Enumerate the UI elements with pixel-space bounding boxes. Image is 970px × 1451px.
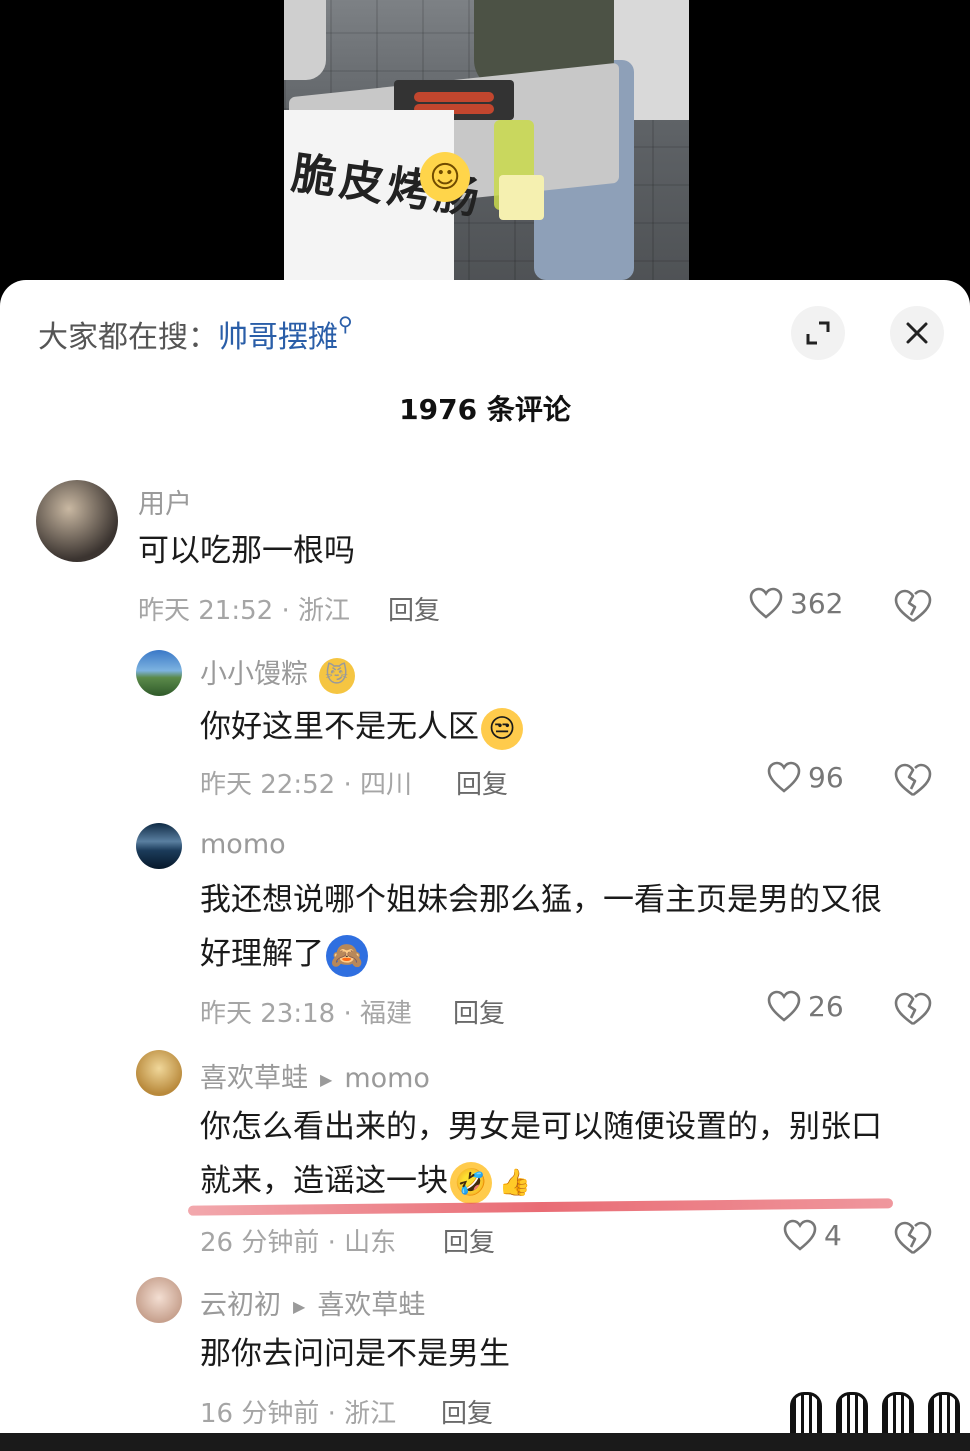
expand-button[interactable]	[791, 306, 845, 360]
reply-to-username[interactable]: 喜欢草蛙	[317, 1290, 425, 1321]
comment-text: 你好这里不是无人区 😒	[200, 700, 523, 754]
comment-username[interactable]: 云初初 ▶ 喜欢草蛙	[200, 1283, 425, 1322]
comment-meta: 昨天 23:18 · 福建	[200, 999, 412, 1029]
reply-item: 小小馒粽 😼 你好这里不是无人区 😒 昨天 22:52 · 四川 回复 96	[0, 650, 970, 800]
heart-icon	[767, 990, 801, 1022]
comment-username[interactable]: 小小馒粽 😼	[200, 652, 355, 694]
reply-item: 喜欢草蛙 ▶ momo 你怎么看出来的，男女是可以随便设置的，别张口 就来，造谣这一…	[0, 1050, 970, 1260]
comment-meta: 昨天 22:52 · 四川	[200, 770, 412, 800]
close-icon	[906, 322, 928, 344]
comment-sheet: 大家都在搜：帅哥摆摊⚲ 1976 条评论 用户 可以吃那一根吗 昨天 21:52…	[0, 280, 970, 1451]
comment-username[interactable]: 用户	[138, 482, 192, 521]
close-button[interactable]	[890, 306, 944, 360]
like-button[interactable]: 26	[766, 989, 844, 1023]
avatar[interactable]	[136, 650, 182, 696]
comment-count: 1976 条评论	[399, 393, 571, 426]
watermark-logo	[790, 1392, 960, 1442]
thumbs-up-emoji-icon: 👍	[498, 1167, 532, 1198]
avatar[interactable]	[136, 1277, 182, 1323]
like-count: 4	[824, 1218, 842, 1252]
video-frame: 脆皮烤肠 ☺	[284, 0, 689, 300]
reply-item: momo 我还想说哪个姐妹会那么猛，一看主页是男的又很 好理解了 🙈 昨天 23:…	[0, 823, 970, 1029]
comment-meta: 昨天 21:52 · 浙江	[138, 596, 350, 626]
reply-button[interactable]: 回复	[456, 764, 508, 801]
search-suggestion-term[interactable]: 帅哥摆摊	[218, 320, 338, 355]
avatar[interactable]	[36, 480, 118, 562]
video-player[interactable]: 脆皮烤肠 ☺	[0, 0, 970, 300]
comment-text-line: 你怎么看出来的，男女是可以随便设置的，别张口	[200, 1109, 882, 1145]
comment-text-line: 我还想说哪个姐妹会那么猛，一看主页是男的又很	[200, 882, 882, 918]
broken-heart-icon[interactable]	[893, 1220, 933, 1256]
broken-heart-icon[interactable]	[893, 762, 933, 798]
tree-trunk	[284, 0, 326, 80]
comment-meta: 16 分钟前 · 浙江	[200, 1399, 397, 1429]
broken-heart-icon[interactable]	[893, 991, 933, 1027]
reply-button[interactable]: 回复	[441, 1393, 493, 1430]
heart-icon	[783, 1219, 817, 1251]
reply-to-username[interactable]: momo	[344, 1063, 430, 1094]
like-button[interactable]: 362	[748, 586, 843, 620]
comment-meta: 26 分钟前 · 山东	[200, 1228, 397, 1258]
reply-button[interactable]: 回复	[453, 993, 505, 1030]
reply-button[interactable]: 回复	[388, 590, 440, 627]
comment-text: 那你去问问是不是男生	[200, 1336, 510, 1372]
like-count: 96	[808, 760, 844, 794]
comment-username[interactable]: momo	[200, 829, 286, 860]
avatar[interactable]	[136, 1050, 182, 1096]
like-count: 26	[808, 989, 844, 1023]
search-suggestion[interactable]: 大家都在搜：帅哥摆摊⚲	[38, 312, 353, 356]
comment-username[interactable]: 喜欢草蛙 ▶ momo	[200, 1056, 430, 1095]
reply-button[interactable]: 回复	[443, 1222, 495, 1259]
comment-item: 用户 可以吃那一根吗 昨天 21:52 · 浙江 回复 362	[0, 480, 970, 630]
bottom-bar	[0, 1433, 970, 1451]
expand-icon	[806, 321, 830, 345]
search-suggestion-label: 大家都在搜：	[38, 320, 218, 355]
sausage	[414, 92, 494, 102]
broken-heart-icon[interactable]	[893, 588, 933, 624]
like-count: 362	[790, 586, 844, 620]
comment-text-line: 好理解了 🙈	[200, 927, 368, 981]
tissue-box	[499, 175, 544, 220]
blue-hair-face-emoji-icon: 🙈	[326, 934, 368, 977]
like-button[interactable]: 96	[766, 760, 844, 794]
comment-text-line: 就来，造谣这一块 🤣 👍	[200, 1154, 536, 1208]
rolling-laughing-emoji-icon: 🤣	[450, 1161, 492, 1204]
play-arrow-icon: ▶	[293, 1297, 306, 1316]
comment-text: 可以吃那一根吗	[138, 533, 355, 569]
unamused-face-emoji-icon: 😒	[481, 707, 523, 750]
heart-icon	[767, 761, 801, 793]
smiley-sticker-icon: ☺	[420, 152, 470, 202]
avatar[interactable]	[136, 823, 182, 869]
play-arrow-icon: ▶	[320, 1070, 333, 1089]
like-button[interactable]: 4	[782, 1218, 842, 1252]
search-icon: ⚲	[338, 312, 353, 336]
heart-icon	[749, 587, 783, 619]
cat-face-emoji-icon: 😼	[318, 657, 355, 694]
